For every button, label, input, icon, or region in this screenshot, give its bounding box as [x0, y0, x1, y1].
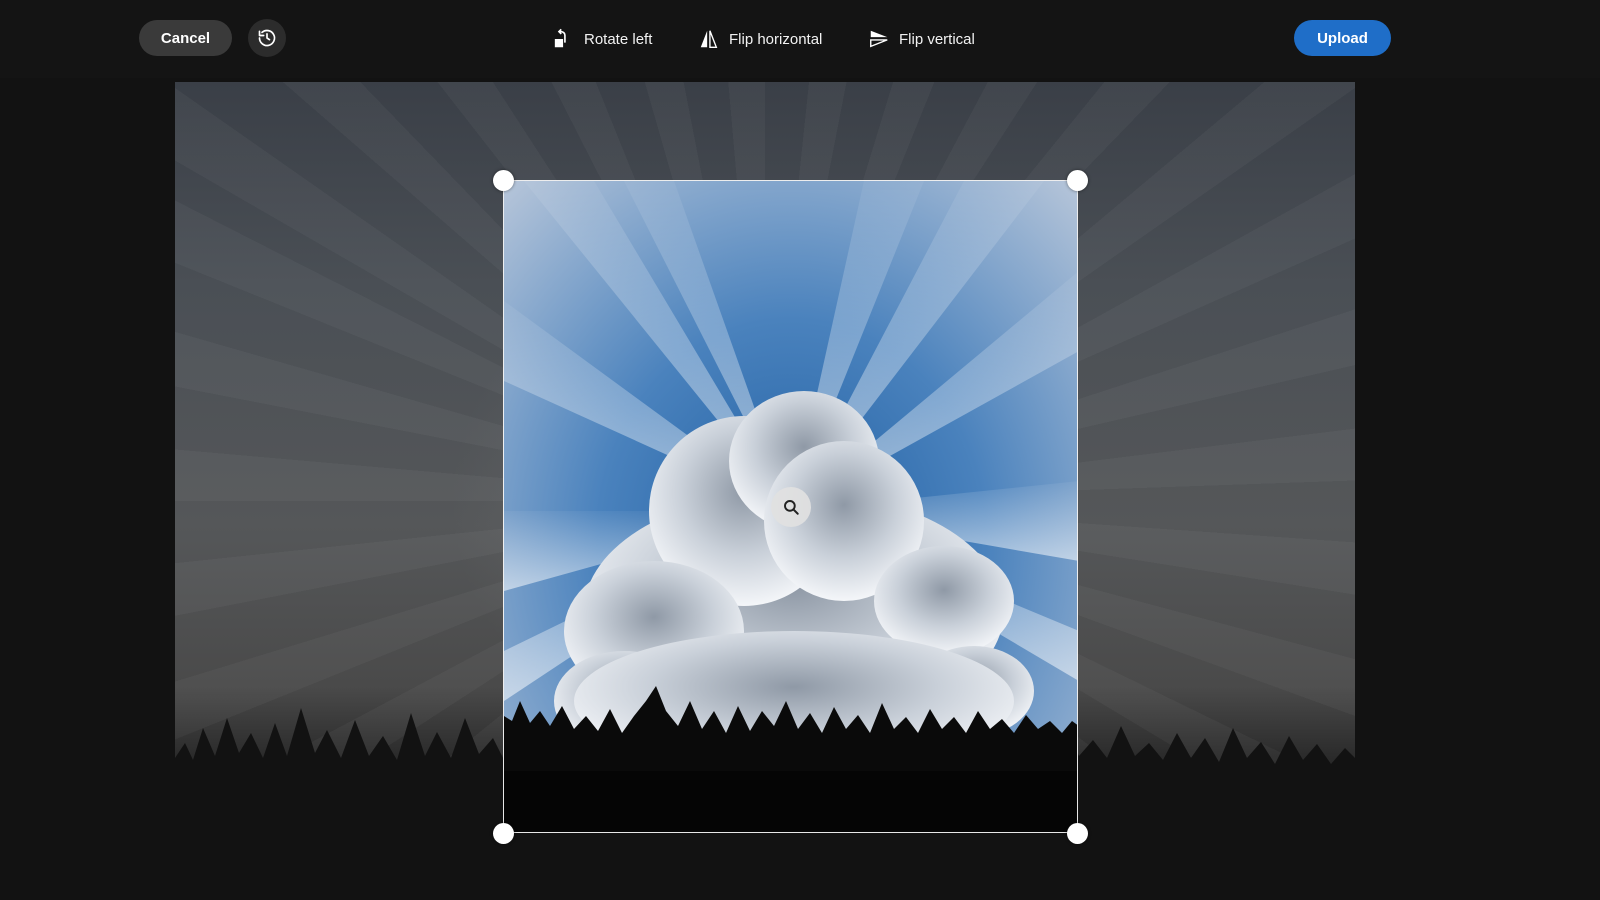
crop-handle-bottom-left[interactable] [493, 823, 514, 844]
zoom-button[interactable] [771, 487, 811, 527]
history-icon [258, 29, 276, 47]
history-button[interactable] [248, 19, 286, 57]
rotate-left-label: Rotate left [584, 30, 653, 48]
flip-horizontal-label: Flip horizontal [729, 30, 823, 48]
crop-handle-top-left[interactable] [493, 170, 514, 191]
crop-handle-top-right[interactable] [1067, 170, 1088, 191]
rotate-left-icon [553, 28, 575, 50]
flip-vertical-button[interactable]: Flip vertical [868, 24, 975, 54]
flip-horizontal-icon [698, 28, 720, 50]
crop-handle-bottom-right[interactable] [1067, 823, 1088, 844]
rotate-left-button[interactable]: Rotate left [553, 24, 652, 54]
top-toolbar: Cancel Rotate left Flip horizontal Flip … [0, 0, 1600, 78]
cancel-button[interactable]: Cancel [139, 20, 232, 56]
zoom-icon [784, 500, 799, 515]
flip-vertical-label: Flip vertical [899, 30, 975, 48]
upload-button[interactable]: Upload [1294, 20, 1391, 56]
flip-horizontal-button[interactable]: Flip horizontal [698, 24, 822, 54]
flip-vertical-icon [868, 28, 890, 50]
